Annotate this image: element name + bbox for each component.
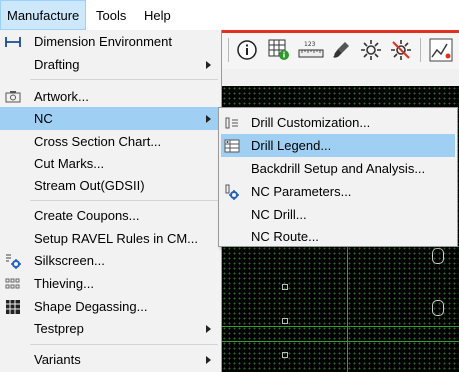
via-pad <box>282 352 288 358</box>
menu-item-label: Stream Out(GDSII) <box>34 178 145 193</box>
menu-item-label: Silkscreen... <box>34 253 105 268</box>
menu-item-stream-out[interactable]: Stream Out(GDSII) <box>0 174 221 197</box>
menu-item-artwork[interactable]: Artwork... <box>0 85 221 108</box>
canvas-top-strip <box>222 69 459 86</box>
nc-parameters-icon <box>223 183 241 200</box>
menu-item-variants[interactable]: Variants <box>0 348 221 371</box>
submenu-item-label: Drill Legend... <box>251 138 332 153</box>
menu-item-testprep[interactable]: Testprep <box>0 317 221 340</box>
menu-item-label: Thieving... <box>34 276 94 291</box>
drill-customization-icon <box>223 114 241 131</box>
menu-item-label: Variants <box>34 352 81 367</box>
menu-tools[interactable]: Tools <box>90 0 132 30</box>
menu-item-label: Drafting <box>34 57 80 72</box>
menu-help[interactable]: Help <box>138 0 177 30</box>
submenu-item-label: NC Route... <box>251 229 319 244</box>
menu-item-label: Create Coupons... <box>34 208 140 223</box>
menu-item-label: Setup RAVEL Rules in CM... <box>34 231 199 246</box>
menu-separator <box>30 79 218 80</box>
menu-item-setup-ravel-rules[interactable]: Setup RAVEL Rules in CM... <box>0 227 221 250</box>
measure-ruler-icon[interactable]: 123 <box>298 37 324 63</box>
paint-brush-icon[interactable] <box>328 37 354 63</box>
dimension-icon <box>4 33 22 50</box>
submenu-item-drill-legend[interactable]: Drill Legend... <box>221 134 455 157</box>
menu-item-cut-marks[interactable]: Cut Marks... <box>0 152 221 175</box>
submenu-item-nc-parameters[interactable]: NC Parameters... <box>221 180 455 203</box>
submenu-item-label: NC Drill... <box>251 207 307 222</box>
ruler-text: 123 <box>304 41 316 48</box>
submenu-item-drill-customization[interactable]: Drill Customization... <box>221 111 455 134</box>
pcb-trace <box>222 341 459 342</box>
drill-hole <box>432 300 444 316</box>
submenu-item-nc-route[interactable]: NC Route... <box>221 225 455 248</box>
menu-separator <box>30 200 218 201</box>
pcb-trace <box>222 326 459 327</box>
menu-item-label: Artwork... <box>34 89 89 104</box>
menu-item-label: Shape Degassing... <box>34 299 148 314</box>
camera-icon <box>4 88 22 105</box>
menu-item-label: Dimension Environment <box>34 34 173 49</box>
submenu-item-backdrill-setup[interactable]: Backdrill Setup and Analysis... <box>221 157 455 180</box>
degassing-grid-icon <box>4 298 22 315</box>
menu-item-label: Cross Section Chart... <box>34 134 162 149</box>
menu-separator <box>30 344 218 345</box>
thieving-icon <box>4 275 22 292</box>
manufacture-menu: Dimension Environment Drafting Artwork..… <box>0 30 222 372</box>
submenu-item-nc-drill[interactable]: NC Drill... <box>221 203 455 226</box>
menu-item-create-coupons[interactable]: Create Coupons... <box>0 204 221 227</box>
pcb-trace <box>347 246 348 372</box>
menu-item-dimension-environment[interactable]: Dimension Environment <box>0 30 221 53</box>
menu-item-silkscreen[interactable]: Silkscreen... <box>0 249 221 272</box>
submenu-arrow-icon <box>206 325 211 333</box>
via-pad <box>282 284 288 290</box>
menu-manufacture[interactable]: Manufacture <box>0 0 87 30</box>
silkscreen-gear-icon <box>4 252 22 269</box>
menu-item-label: Cut Marks... <box>34 156 105 171</box>
chart-icon[interactable] <box>428 37 454 63</box>
submenu-arrow-icon <box>206 115 211 123</box>
dehighlight-icon[interactable] <box>388 37 414 63</box>
menu-item-drafting[interactable]: Drafting <box>0 53 221 76</box>
toolbar-separator <box>420 38 421 62</box>
drill-legend-icon <box>223 137 241 154</box>
toolbar: 123 <box>222 33 459 70</box>
menu-item-shape-degassing[interactable]: Shape Degassing... <box>0 295 221 318</box>
menu-item-nc[interactable]: NC <box>0 107 221 130</box>
drill-hole <box>432 248 444 264</box>
info-icon[interactable] <box>234 37 260 63</box>
submenu-arrow-icon <box>206 356 211 364</box>
grid-info-icon[interactable] <box>266 37 292 63</box>
submenu-arrow-icon <box>206 61 211 69</box>
submenu-item-label: Drill Customization... <box>251 115 371 130</box>
menu-item-label: Testprep <box>34 321 84 336</box>
menu-bar: Manufacture Tools Help <box>0 0 459 31</box>
submenu-item-label: NC Parameters... <box>251 184 352 199</box>
menu-item-cross-section-chart[interactable]: Cross Section Chart... <box>0 130 221 153</box>
via-pad <box>282 318 288 324</box>
menu-item-thieving[interactable]: Thieving... <box>0 272 221 295</box>
sun-highlight-icon[interactable] <box>358 37 384 63</box>
nc-submenu: Drill Customization... Drill Legend... B… <box>218 107 458 247</box>
submenu-item-label: Backdrill Setup and Analysis... <box>251 161 426 176</box>
menu-item-label: NC <box>34 111 53 126</box>
toolbar-separator <box>228 38 229 62</box>
